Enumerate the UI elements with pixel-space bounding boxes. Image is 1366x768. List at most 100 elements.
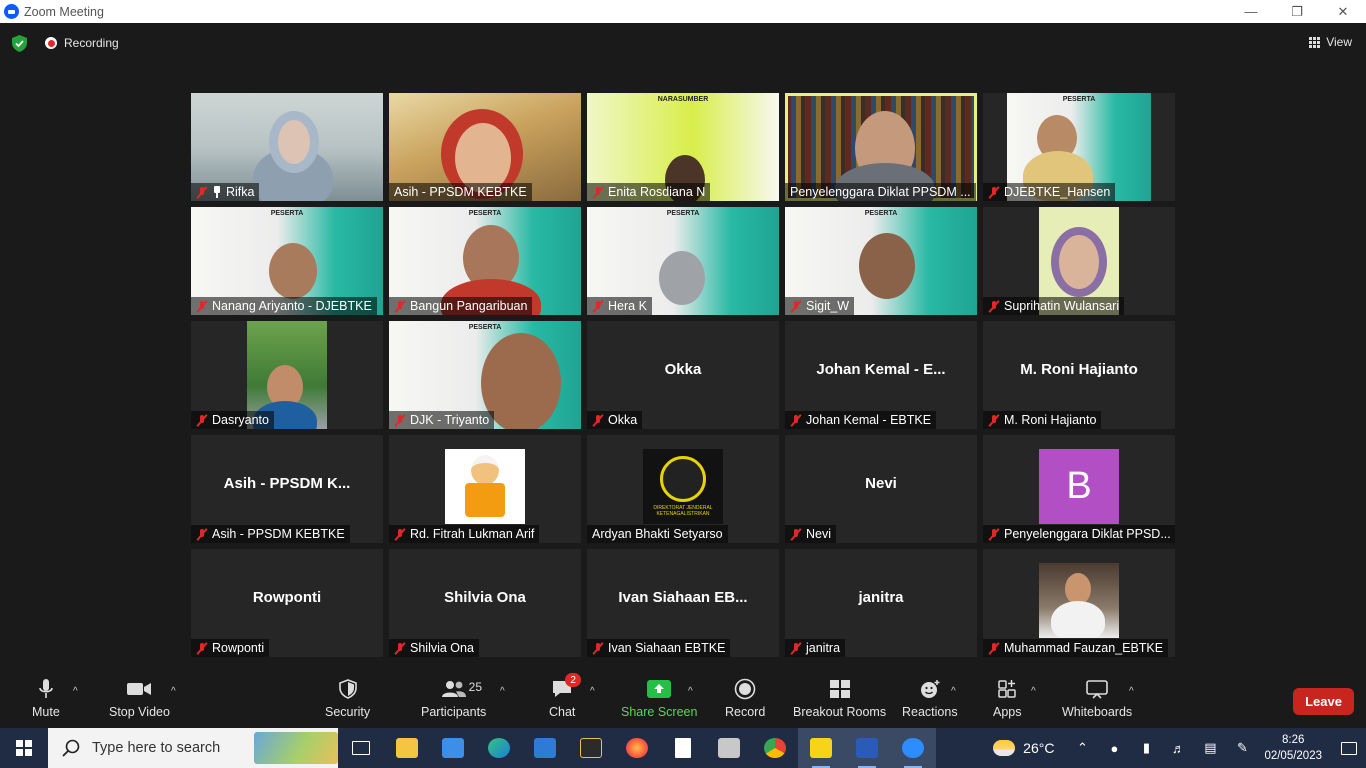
- zoom-icon: [902, 738, 924, 758]
- volume-icon[interactable]: ♬: [1162, 741, 1194, 756]
- chat-button[interactable]: 2 Chat: [549, 673, 582, 719]
- participant-tile[interactable]: B Penyelenggara Diklat PPSD...: [983, 435, 1175, 543]
- security-shield-icon: [335, 678, 361, 700]
- participant-tile[interactable]: PESERTA DJEBTKE_Hansen: [983, 93, 1175, 201]
- task-view-button[interactable]: [338, 728, 384, 768]
- record-dot-icon: [45, 37, 57, 49]
- participant-tile[interactable]: Shilvia Ona Shilvia Ona: [389, 549, 581, 657]
- participant-tile[interactable]: Suprihatin Wulansari: [983, 207, 1175, 315]
- zoom-taskbar-button[interactable]: [890, 728, 936, 768]
- participant-tile[interactable]: M. Roni Hajianto M. Roni Hajianto: [983, 321, 1175, 429]
- participant-tile[interactable]: PESERTA Bangun Pangaribuan: [389, 207, 581, 315]
- participant-tile[interactable]: PESERTA Hera K: [587, 207, 779, 315]
- participant-tile[interactable]: Rowponti Rowponti: [191, 549, 383, 657]
- chrome-button[interactable]: [752, 728, 798, 768]
- apps-options-chevron-icon[interactable]: ^: [1031, 686, 1036, 697]
- recording-indicator[interactable]: Recording: [45, 36, 119, 50]
- store-button[interactable]: [522, 728, 568, 768]
- reactions-options-chevron-icon[interactable]: ^: [951, 686, 956, 697]
- whiteboards-options-chevron-icon[interactable]: ^: [1129, 686, 1134, 697]
- microphone-tray-icon[interactable]: ●: [1098, 741, 1130, 756]
- participant-tile[interactable]: PESERTA DJK - Triyanto: [389, 321, 581, 429]
- encryption-shield-icon[interactable]: [12, 35, 27, 52]
- participant-tile[interactable]: PESERTA Nanang Ariyanto - DJEBTKE: [191, 207, 383, 315]
- start-button[interactable]: [0, 728, 48, 768]
- mic-muted-icon: [592, 642, 604, 655]
- mute-options-chevron-icon[interactable]: ^: [73, 686, 78, 697]
- document-button[interactable]: [660, 728, 706, 768]
- video-gallery: Rifka Asih - PPSDM KEBTKE NARASUMBER Eni…: [191, 93, 1175, 657]
- taskbar-clock[interactable]: 8:26 02/05/2023: [1264, 732, 1322, 764]
- breakout-rooms-button[interactable]: Breakout Rooms: [793, 678, 886, 719]
- participant-tile[interactable]: Nevi Nevi: [785, 435, 977, 543]
- participant-tile[interactable]: Asih - PPSDM KEBTKE: [389, 93, 581, 201]
- chat-options-chevron-icon[interactable]: ^: [590, 686, 595, 697]
- participant-tile[interactable]: Asih - PPSDM K... Asih - PPSDM KEBTKE: [191, 435, 383, 543]
- show-hidden-icons-chevron-icon[interactable]: ⌃: [1066, 740, 1098, 756]
- microphone-icon: [33, 678, 59, 700]
- word-button[interactable]: [844, 728, 890, 768]
- mail-button[interactable]: [430, 728, 476, 768]
- mic-muted-icon: [196, 186, 208, 199]
- video-options-chevron-icon[interactable]: ^: [171, 686, 176, 697]
- pin-icon: [212, 186, 222, 198]
- share-screen-button[interactable]: Share Screen: [621, 678, 697, 719]
- edge-button[interactable]: [476, 728, 522, 768]
- slide-heading: PESERTA: [1062, 96, 1096, 103]
- participant-tile[interactable]: Ivan Siahaan EB... Ivan Siahaan EBTKE: [587, 549, 779, 657]
- participant-tile[interactable]: janitra janitra: [785, 549, 977, 657]
- participant-tile[interactable]: NARASUMBER Enita Rosdiana N: [587, 93, 779, 201]
- participant-name-label: Penyelenggara Diklat PPSD...: [983, 525, 1175, 543]
- participants-options-chevron-icon[interactable]: ^: [500, 686, 505, 697]
- participant-tile-active-speaker[interactable]: Penyelenggara Diklat PPSDM ...: [785, 93, 977, 201]
- stop-video-button[interactable]: Stop Video: [109, 678, 170, 719]
- participant-tile[interactable]: PESERTA Sigit_W: [785, 207, 977, 315]
- participant-name-label: Penyelenggara Diklat PPSDM ...: [785, 183, 976, 201]
- participant-display-name: Nevi: [865, 475, 897, 492]
- mute-button[interactable]: Mute: [32, 678, 60, 719]
- record-button[interactable]: Record: [725, 678, 765, 719]
- sticky-notes-button[interactable]: [798, 728, 844, 768]
- apps-button[interactable]: Apps: [993, 678, 1022, 719]
- share-options-chevron-icon[interactable]: ^: [688, 686, 693, 697]
- smiley-plus-icon: [917, 678, 943, 700]
- participant-tile[interactable]: Okka Okka: [587, 321, 779, 429]
- participant-display-name: Johan Kemal - E...: [816, 361, 946, 378]
- notification-center-button[interactable]: [1332, 741, 1366, 755]
- participant-tile[interactable]: Muhammad Fauzan_EBTKE: [983, 549, 1175, 657]
- view-button[interactable]: View: [1309, 35, 1352, 49]
- battery-icon[interactable]: ▮: [1130, 740, 1162, 756]
- whiteboards-button[interactable]: Whiteboards: [1062, 678, 1132, 719]
- taskbar-search-box[interactable]: Type here to search: [48, 728, 338, 768]
- mic-muted-icon: [394, 300, 406, 313]
- participant-tile[interactable]: Rd. Fitrah Lukman Arif: [389, 435, 581, 543]
- chat-bubble-icon: 2: [549, 673, 582, 700]
- view-label: View: [1326, 35, 1352, 49]
- close-icon[interactable]: ✕: [1320, 0, 1366, 23]
- participant-video: [269, 243, 317, 299]
- participants-icon: 25: [441, 678, 482, 700]
- media-app-button[interactable]: [568, 728, 614, 768]
- security-button[interactable]: Security: [325, 678, 370, 719]
- participant-tile[interactable]: Dasryanto: [191, 321, 383, 429]
- file-explorer-button[interactable]: [384, 728, 430, 768]
- reactions-button[interactable]: Reactions: [902, 678, 958, 719]
- firefox-button[interactable]: [614, 728, 660, 768]
- participant-tile[interactable]: Johan Kemal - E... Johan Kemal - EBTKE: [785, 321, 977, 429]
- participant-tile[interactable]: DIREKTORAT JENDERAL KETENAGALISTRIKAN Ar…: [587, 435, 779, 543]
- participants-button[interactable]: 25 Participants: [421, 678, 486, 719]
- mic-muted-icon: [790, 414, 802, 427]
- participant-tile[interactable]: Rifka: [191, 93, 383, 201]
- weather-widget[interactable]: 26°C: [993, 740, 1054, 756]
- participant-name-label: Nanang Ariyanto - DJEBTKE: [191, 297, 377, 315]
- participant-name-label: Hera K: [587, 297, 652, 315]
- minimize-icon[interactable]: —: [1228, 0, 1274, 23]
- pen-icon[interactable]: ✎: [1226, 740, 1258, 756]
- scanner-app-button[interactable]: [706, 728, 752, 768]
- restore-icon[interactable]: ❐: [1274, 0, 1320, 23]
- participant-video: [659, 251, 705, 305]
- mic-muted-icon: [790, 528, 802, 541]
- leave-button[interactable]: Leave: [1293, 688, 1354, 715]
- record-icon: [732, 678, 758, 700]
- network-icon[interactable]: ▤: [1194, 740, 1226, 756]
